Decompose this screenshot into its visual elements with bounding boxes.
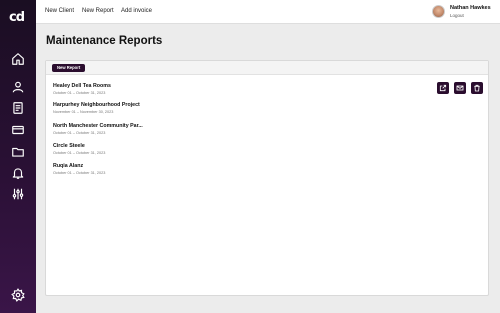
delete-button[interactable] bbox=[471, 82, 483, 94]
list-item[interactable]: Ruqia Alanz October 01 – October 31, 202… bbox=[53, 163, 105, 175]
report-title: North Manchester Community Par... bbox=[53, 123, 143, 129]
logout-link[interactable]: Logout bbox=[450, 13, 464, 18]
report-dates: November 01 – November 30, 2023 bbox=[53, 110, 114, 114]
new-report-button[interactable]: New Report bbox=[52, 64, 86, 72]
settings-icon[interactable] bbox=[11, 288, 25, 302]
avatar[interactable] bbox=[432, 5, 445, 18]
report-dates: October 01 – October 31, 2023 bbox=[53, 151, 106, 155]
app-logo[interactable]: cd bbox=[9, 10, 25, 25]
list-item[interactable]: Healey Dell Tea Rooms October 01 – Octob… bbox=[53, 83, 111, 95]
new-report-link[interactable]: New Report bbox=[82, 8, 114, 14]
email-button[interactable] bbox=[454, 82, 466, 94]
share-icon bbox=[439, 84, 447, 92]
sidebar: cd bbox=[0, 0, 36, 313]
user-name: Nathan Hawkes bbox=[450, 5, 491, 11]
report-title: Ruqia Alanz bbox=[53, 163, 84, 169]
list-item[interactable]: Harpurhey Neighbourhood Project November… bbox=[53, 102, 140, 114]
add-invoice-link[interactable]: Add invoice bbox=[121, 8, 152, 14]
share-button[interactable] bbox=[437, 82, 449, 94]
top-bar: New Client New Report Add invoice Nathan… bbox=[36, 0, 500, 24]
report-dates: October 01 – October 31, 2023 bbox=[53, 91, 106, 95]
page-title: Maintenance Reports bbox=[46, 35, 163, 47]
document-icon[interactable] bbox=[11, 101, 25, 115]
bell-icon[interactable] bbox=[11, 166, 25, 180]
home-icon[interactable] bbox=[11, 52, 25, 66]
new-client-link[interactable]: New Client bbox=[45, 8, 74, 14]
report-dates: October 01 – October 31, 2023 bbox=[53, 131, 106, 135]
report-title: Healey Dell Tea Rooms bbox=[53, 83, 111, 89]
report-title: Circle Steele bbox=[53, 143, 85, 149]
credit-card-icon[interactable] bbox=[11, 123, 25, 137]
report-title: Harpurhey Neighbourhood Project bbox=[53, 102, 140, 108]
report-dates: October 01 – October 31, 2023 bbox=[53, 171, 106, 175]
list-item[interactable]: North Manchester Community Par... Octobe… bbox=[53, 123, 143, 135]
folder-icon[interactable] bbox=[11, 145, 25, 159]
card-toolbar: New Report bbox=[46, 61, 488, 75]
sliders-icon[interactable] bbox=[11, 187, 25, 201]
list-item[interactable]: Circle Steele October 01 – October 31, 2… bbox=[53, 143, 105, 155]
trash-icon bbox=[474, 84, 480, 92]
reports-card: New Report Healey Dell Tea Rooms October… bbox=[45, 60, 489, 296]
mail-icon bbox=[456, 85, 464, 91]
user-icon[interactable] bbox=[11, 80, 25, 94]
